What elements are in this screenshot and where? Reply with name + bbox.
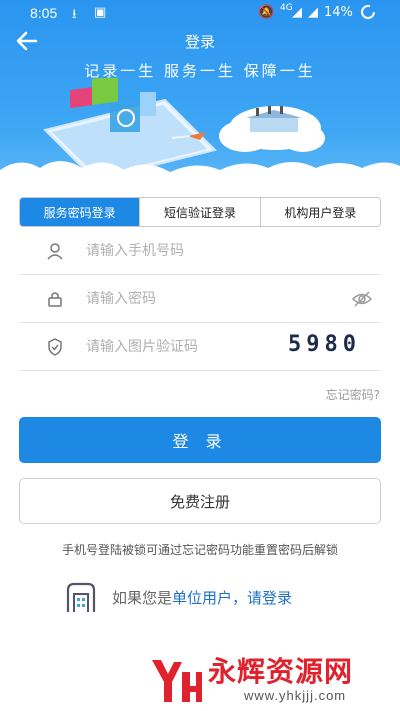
org-prompt-comma: ， [232,588,248,607]
image-icon: ▣ [94,5,107,20]
unlock-hint: 手机号登陆被锁可通过忘记密码功能重置密码后解锁 [61,543,338,557]
status-bar: 8:05 ⭳ ▣ 🔕 4G ◢ ◢ 14% [0,0,400,26]
banner-illustration [0,78,400,190]
tab-org-user[interactable]: 机构用户登录 [261,198,380,226]
watermark-logo-icon [152,660,202,702]
register-button[interactable]: 免费注册 [19,478,381,524]
org-login-link[interactable]: 请登录 [247,589,292,607]
shield-icon [44,336,66,358]
password-input[interactable] [86,290,381,307]
building-icon [66,582,96,612]
phone-row [19,227,381,275]
cloud-graphic [219,106,325,152]
signal-icon: ◢ [292,5,302,20]
tab-service-password[interactable]: 服务密码登录 [20,198,141,226]
captcha-image[interactable]: 5980 [288,332,361,357]
org-login-prompt: 如果您是单位用户，请登录 [64,580,292,614]
battery-text: 14% [324,5,353,20]
org-prompt-prefix: 如果您是 [112,588,173,607]
tab-sms-verify[interactable]: 短信验证登录 [140,198,261,226]
watermark: 永辉资源网 www.yhkjjj.com [148,650,388,706]
org-unit-user: 单位用户 [172,588,233,607]
login-screen: 8:05 ⭳ ▣ 🔕 4G ◢ ◢ 14% 登录 记录一生 服务一生 保障一生 [0,0,400,711]
watermark-url: www.yhkjjj.com [244,688,347,703]
header-banner: 8:05 ⭳ ▣ 🔕 4G ◢ ◢ 14% 登录 记录一生 服务一生 保障一生 [0,0,400,190]
user-icon [44,240,66,262]
password-row [19,275,381,323]
phone-input[interactable] [86,242,381,259]
signal-2-icon: ◢ [308,5,318,20]
battery-ring-icon [361,5,375,19]
lock-icon [44,288,66,310]
captcha-row: 5980 [19,323,381,371]
network-4g-icon: 4G [280,3,293,13]
login-button[interactable]: 登 录 [19,417,381,463]
page-title: 登录 [184,33,215,51]
eye-hidden-icon[interactable] [351,289,373,309]
status-time: 8:05 [30,5,58,21]
watermark-name: 永辉资源网 [208,655,354,688]
download-icon: ⭳ [72,7,77,22]
login-tabs: 服务密码登录 短信验证登录 机构用户登录 [19,197,381,227]
forgot-password-link[interactable]: 忘记密码? [326,386,380,403]
mute-icon: 🔕 [258,5,275,20]
